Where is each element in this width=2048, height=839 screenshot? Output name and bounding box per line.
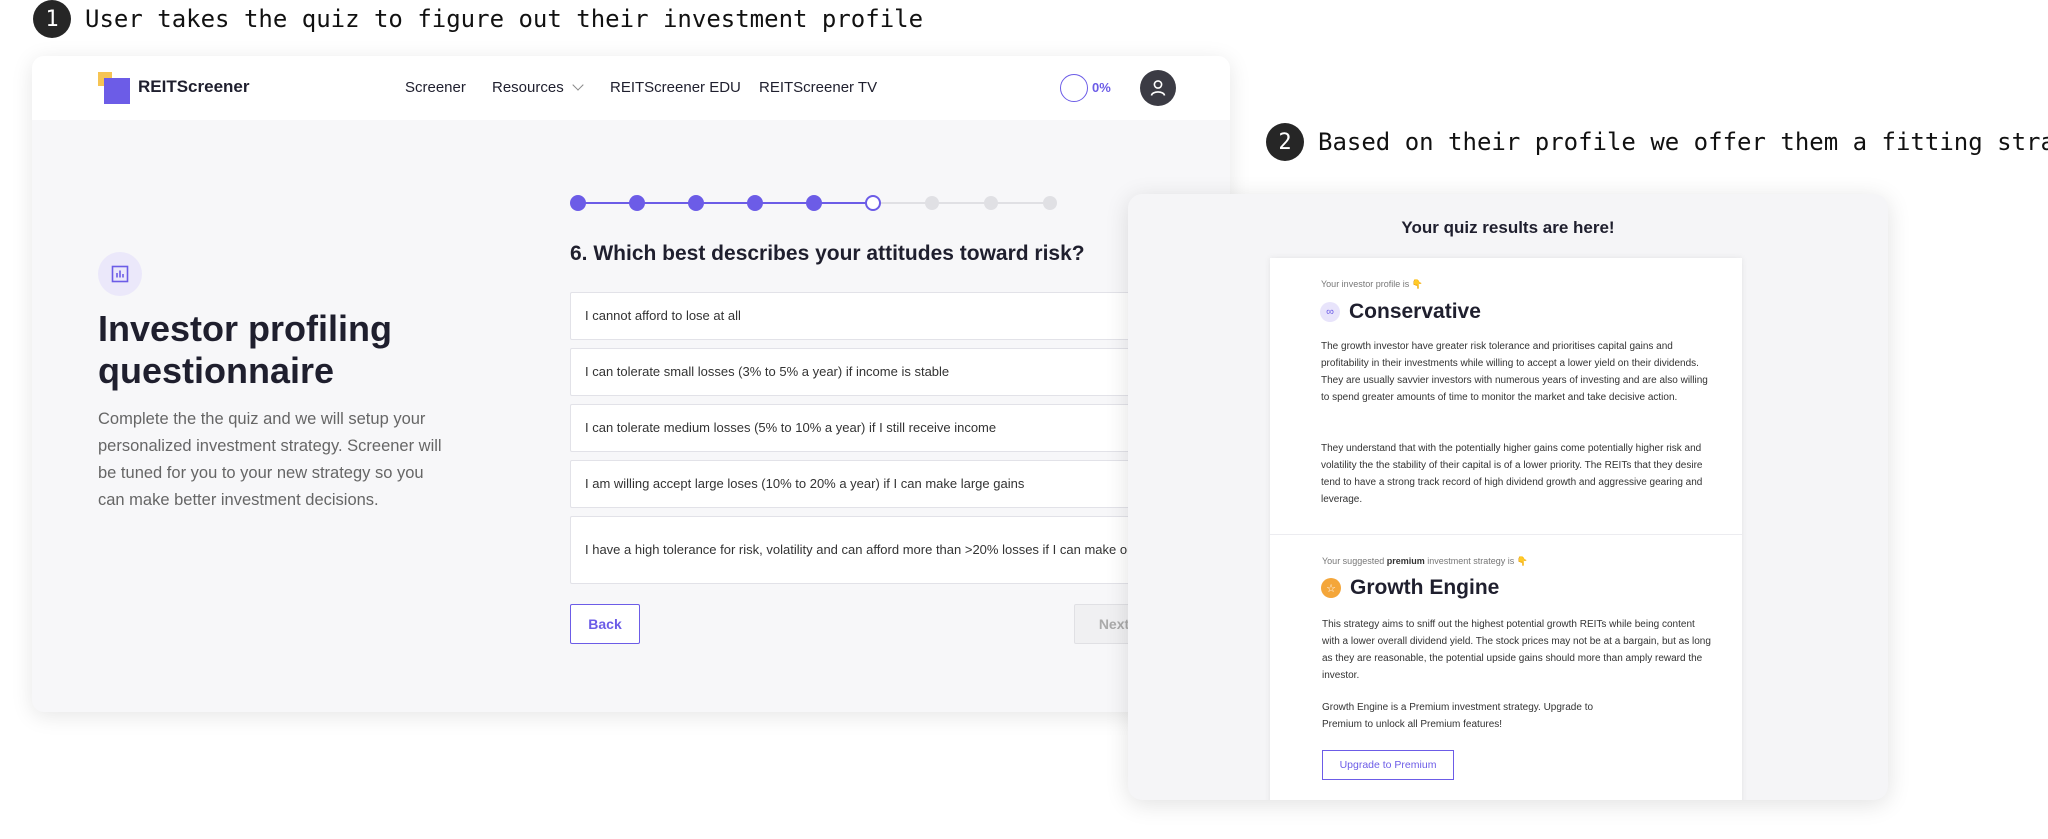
strategy-description-1: This strategy aims to sniff out the high… (1322, 619, 1711, 681)
profile-name: Conservative (1349, 300, 1481, 323)
stepper-connector (932, 202, 991, 204)
quiz-window: REITScreener Screener Resources REITScre… (32, 56, 1230, 712)
top-navbar: REITScreener Screener Resources REITScre… (32, 56, 1230, 120)
nav-item-tv[interactable]: REITScreener TV (759, 79, 877, 96)
nav-item-screener[interactable]: Screener (405, 79, 466, 96)
profile-description-1: The growth investor have greater risk to… (1321, 341, 1708, 403)
stepper-dot (747, 195, 763, 211)
profile-heading: ∞ Conservative (1320, 300, 1481, 324)
strategy-label: Your suggested premium investment strate… (1322, 556, 1529, 566)
progress-ring-icon (1060, 74, 1088, 102)
back-button[interactable]: Back (570, 604, 640, 644)
annotation-2: 2 Based on their profile we offer them a… (1266, 123, 2048, 161)
strategy-description-2: Growth Engine is a Premium investment st… (1322, 702, 1594, 730)
star-icon: ☆ (1321, 578, 1341, 598)
stepper-connector (873, 202, 932, 204)
stepper-dot (688, 195, 704, 211)
chart-icon (98, 252, 142, 296)
chevron-down-icon (572, 79, 584, 91)
results-window: Your quiz results are here! Your investo… (1128, 194, 1888, 800)
question-text: 6. Which best describes your attitudes t… (570, 242, 1085, 265)
stepper-dot (865, 195, 881, 211)
strategy-name: Growth Engine (1350, 576, 1500, 599)
user-avatar[interactable] (1140, 70, 1176, 106)
stepper-dot (984, 196, 998, 210)
nav-item-edu[interactable]: REITScreener EDU (610, 79, 741, 96)
stepper-dot (629, 195, 645, 211)
annotation-text: User takes the quiz to figure out their … (85, 5, 924, 33)
page-title: Investor profiling questionnaire (98, 308, 393, 391)
stepper-dot (806, 195, 822, 211)
strategy-heading: ☆ Growth Engine (1321, 576, 1499, 600)
divider (1270, 534, 1742, 535)
quiz-stepper (570, 194, 1064, 212)
stepper-dot (570, 195, 586, 211)
annotation-number: 2 (1266, 123, 1304, 161)
upgrade-button[interactable]: Upgrade to Premium (1322, 750, 1454, 780)
stepper-dot (1043, 196, 1057, 210)
stepper-connector (991, 202, 1050, 204)
nav-item-resources[interactable]: Resources (492, 79, 584, 96)
quiz-progress-value: 0% (1092, 80, 1111, 95)
brand-name[interactable]: REITScreener (138, 77, 250, 97)
page-description: Complete the the quiz and we will setup … (98, 410, 442, 509)
annotation-text: Based on their profile we offer them a f… (1318, 128, 2048, 156)
annotation-number: 1 (33, 0, 71, 38)
results-title: Your quiz results are here! (1401, 218, 1615, 237)
annotation-1: 1 User takes the quiz to figure out thei… (33, 0, 923, 38)
profile-label: Your investor profile is 👇 (1321, 279, 1423, 289)
brand-logo-icon[interactable] (98, 72, 130, 104)
stepper-dot (925, 196, 939, 210)
nav-item-label: Resources (492, 79, 564, 96)
infinity-icon: ∞ (1320, 302, 1340, 322)
user-icon (1150, 80, 1166, 96)
profile-description-2: They understand that with the potentiall… (1321, 443, 1703, 505)
results-panel: Your investor profile is 👇 ∞ Conservativ… (1270, 258, 1742, 800)
